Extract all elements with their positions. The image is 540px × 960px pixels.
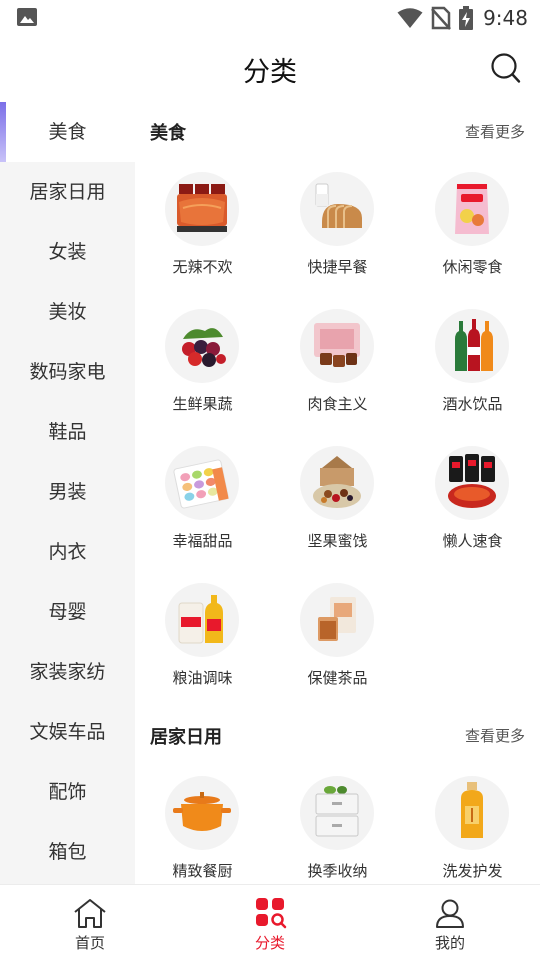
sidebar-item-food[interactable]: 美食: [0, 102, 135, 162]
tab-profile[interactable]: 我的: [360, 885, 540, 960]
page-title: 分类: [243, 57, 297, 88]
rice-oil-icon: [165, 583, 239, 657]
subcategory-item[interactable]: 精致餐厨: [135, 762, 270, 884]
battery-charging-icon: [459, 6, 474, 30]
orange-pot-icon: [165, 776, 239, 850]
subcategory-item[interactable]: 保健茶品: [270, 569, 405, 706]
wifi-icon: [397, 8, 423, 28]
subcategory-label: 保健茶品: [307, 669, 368, 687]
storage-drawer-icon: [300, 776, 374, 850]
subcategory-label: 快捷早餐: [307, 258, 368, 276]
spicy-snack-icon: [165, 172, 239, 246]
see-more-link[interactable]: 查看更多: [465, 121, 525, 142]
subcategory-label: 洗发护发: [442, 862, 503, 880]
subcategory-label: 生鲜果蔬: [172, 395, 233, 413]
section-header: 美食 查看更多: [135, 102, 540, 158]
sidebar-item-household[interactable]: 居家日用: [0, 162, 135, 222]
search-icon[interactable]: [490, 52, 522, 86]
subcategory-item[interactable]: 懒人速食: [405, 432, 540, 569]
subcategory-item[interactable]: 酒水饮品: [405, 295, 540, 432]
no-sim-icon: [431, 6, 452, 30]
section-title: 居家日用: [150, 727, 222, 748]
braised-meat-icon: [300, 309, 374, 383]
section-title: 美食: [150, 123, 186, 144]
sidebar-item-electronics[interactable]: 数码家电: [0, 342, 135, 402]
tab-category[interactable]: 分类: [180, 885, 360, 960]
macaron-box-icon: [165, 446, 239, 520]
subcategory-label: 精致餐厨: [172, 862, 233, 880]
category-content: 美食 查看更多 无辣不欢 快捷早餐 休闲零食 生鲜果蔬 肉食主义 酒水饮品 幸福…: [135, 102, 540, 884]
subcategory-item[interactable]: 生鲜果蔬: [135, 295, 270, 432]
sidebar-item-bags[interactable]: 箱包: [0, 822, 135, 882]
see-more-link[interactable]: 查看更多: [465, 725, 525, 746]
sidebar-item-entertainment-car[interactable]: 文娱车品: [0, 702, 135, 762]
status-time: 9:48: [483, 6, 528, 30]
tab-label: 首页: [74, 934, 105, 952]
subcategory-item[interactable]: 休闲零食: [405, 158, 540, 295]
subcategory-grid: 精致餐厨 换季收纳 洗发护发: [135, 762, 540, 884]
home-icon: [74, 899, 106, 928]
subcategory-label: 幸福甜品: [172, 532, 233, 550]
chips-bag-icon: [435, 172, 509, 246]
subcategory-grid: 无辣不欢 快捷早餐 休闲零食 生鲜果蔬 肉食主义 酒水饮品 幸福甜品 坚果蜜饯 …: [135, 158, 540, 706]
nuts-box-icon: [300, 446, 374, 520]
sidebar-item-shoes[interactable]: 鞋品: [0, 402, 135, 462]
subcategory-label: 换季收纳: [307, 862, 368, 880]
subcategory-label: 坚果蜜饯: [307, 532, 368, 550]
subcategory-item[interactable]: 粮油调味: [135, 569, 270, 706]
bread-milk-icon: [300, 172, 374, 246]
subcategory-label: 无辣不欢: [172, 258, 233, 276]
tab-home[interactable]: 首页: [0, 885, 180, 960]
profile-icon: [436, 899, 464, 928]
category-icon: [256, 898, 287, 929]
sidebar-item-underwear[interactable]: 内衣: [0, 522, 135, 582]
shampoo-bottle-icon: [435, 776, 509, 850]
tab-label: 我的: [434, 934, 465, 952]
subcategory-item[interactable]: 无辣不欢: [135, 158, 270, 295]
subcategory-item[interactable]: 快捷早餐: [270, 158, 405, 295]
category-sidebar: 美食 居家日用 女装 美妆 数码家电 鞋品 男装 内衣 母婴 家装家纺 文娱车品…: [0, 102, 135, 884]
instant-noodles-icon: [435, 446, 509, 520]
page-header: 分类: [0, 36, 540, 100]
sidebar-item-womens-wear[interactable]: 女装: [0, 222, 135, 282]
tea-box-icon: [300, 583, 374, 657]
drink-bottles-icon: [435, 309, 509, 383]
subcategory-item[interactable]: 肉食主义: [270, 295, 405, 432]
gallery-notification-icon: [17, 8, 37, 26]
sidebar-item-home-textiles[interactable]: 家装家纺: [0, 642, 135, 702]
subcategory-label: 肉食主义: [307, 395, 368, 413]
subcategory-label: 休闲零食: [442, 258, 503, 276]
berries-icon: [165, 309, 239, 383]
bottom-tab-bar: 首页 分类 我的: [0, 884, 540, 960]
subcategory-item[interactable]: 幸福甜品: [135, 432, 270, 569]
subcategory-label: 懒人速食: [442, 532, 503, 550]
sidebar-item-baby[interactable]: 母婴: [0, 582, 135, 642]
sidebar-item-beauty[interactable]: 美妆: [0, 282, 135, 342]
sidebar-item-accessories[interactable]: 配饰: [0, 762, 135, 822]
section-header: 居家日用 查看更多: [135, 706, 540, 762]
subcategory-item[interactable]: 洗发护发: [405, 762, 540, 884]
subcategory-label: 酒水饮品: [442, 395, 503, 413]
status-bar: 9:48: [0, 0, 540, 36]
subcategory-item[interactable]: 坚果蜜饯: [270, 432, 405, 569]
sidebar-item-mens-wear[interactable]: 男装: [0, 462, 135, 522]
subcategory-item[interactable]: 换季收纳: [270, 762, 405, 884]
subcategory-label: 粮油调味: [172, 669, 233, 687]
tab-label: 分类: [254, 934, 285, 952]
